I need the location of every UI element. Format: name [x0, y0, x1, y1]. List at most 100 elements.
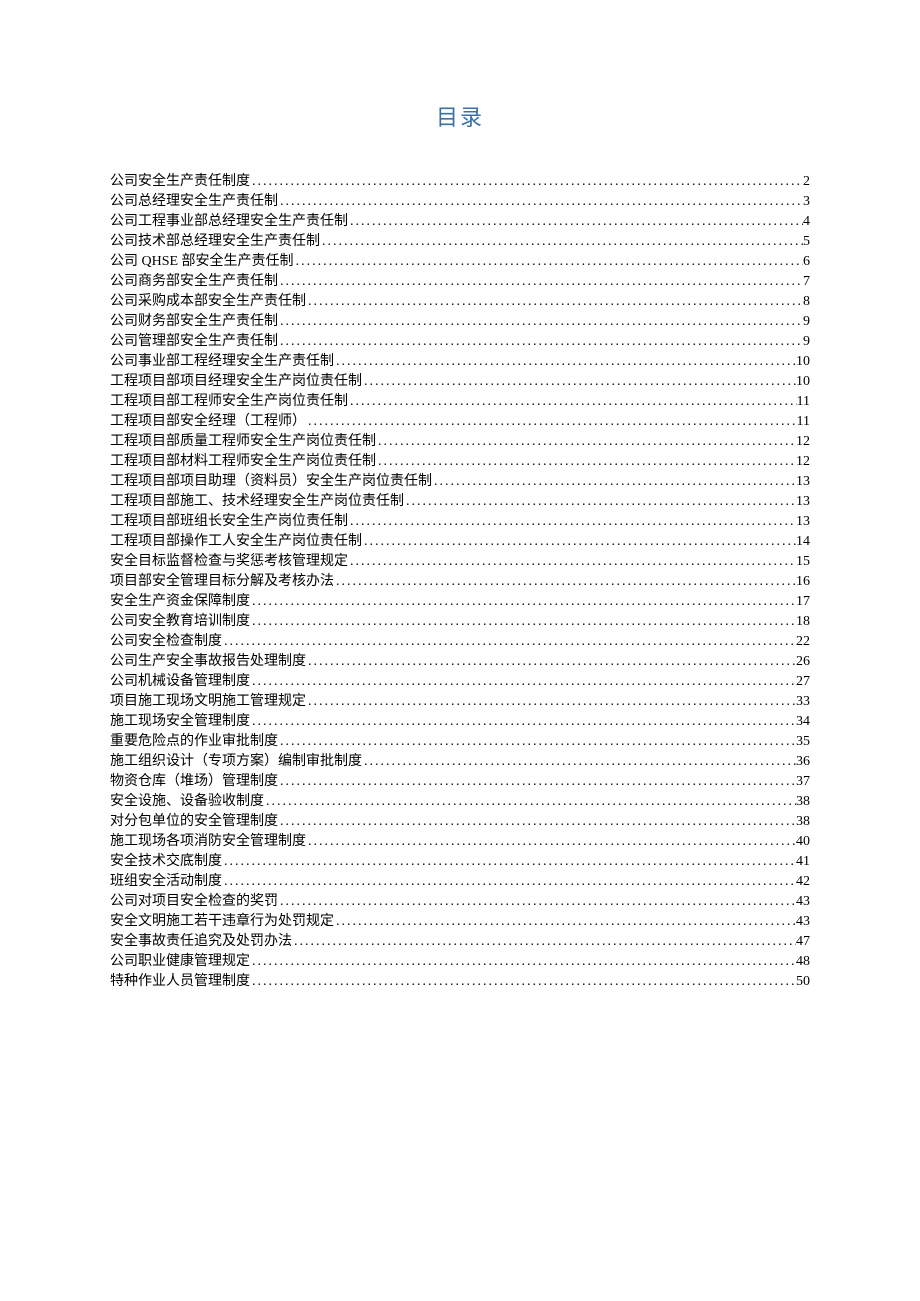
toc-entry-label: 项目部安全管理目标分解及考核办法 — [110, 572, 334, 592]
toc-entry-page: 13 — [796, 492, 810, 512]
toc-entry: 安全生产资金保障制度17 — [110, 592, 810, 612]
toc-entry: 安全设施、设备验收制度38 — [110, 792, 810, 812]
toc-entry-label: 安全设施、设备验收制度 — [110, 792, 264, 812]
toc-entry: 安全技术交底制度41 — [110, 852, 810, 872]
toc-entry-label: 班组安全活动制度 — [110, 872, 222, 892]
toc-entry-leader — [306, 692, 796, 712]
toc-entry-leader — [250, 172, 803, 192]
toc-entry-page: 26 — [796, 652, 810, 672]
toc-entry: 安全目标监督检查与奖惩考核管理规定15 — [110, 552, 810, 572]
toc-entry-leader — [250, 612, 796, 632]
toc-entry-page: 10 — [796, 372, 810, 392]
toc-entry-label: 公司技术部总经理安全生产责任制 — [110, 232, 320, 252]
toc-entry-label: 公司采购成本部安全生产责任制 — [110, 292, 306, 312]
toc-entry-page: 4 — [803, 212, 810, 232]
toc-entry: 公司技术部总经理安全生产责任制5 — [110, 232, 810, 252]
toc-entry-page: 12 — [796, 432, 810, 452]
toc-entry-leader — [294, 252, 803, 272]
toc-entry: 工程项目部施工、技术经理安全生产岗位责任制13 — [110, 492, 810, 512]
toc-entry: 公司工程事业部总经理安全生产责任制 4 — [110, 212, 810, 232]
toc-entry-label: 公司工程事业部总经理安全生产责任制 — [110, 212, 348, 232]
toc-entry-label: 工程项目部材料工程师安全生产岗位责任制 — [110, 452, 376, 472]
toc-entry-leader — [278, 892, 796, 912]
toc-entry-page: 8 — [803, 292, 810, 312]
toc-entry-label: 特种作业人员管理制度 — [110, 972, 250, 992]
toc-entry: 公司商务部安全生产责任制7 — [110, 272, 810, 292]
toc-entry-label: 公司管理部安全生产责任制 — [110, 332, 278, 352]
toc-entry: 工程项目部项目经理安全生产岗位责任制10 — [110, 372, 810, 392]
toc-entry-page: 13 — [796, 512, 810, 532]
toc-entry-label: 重要危险点的作业审批制度 — [110, 732, 278, 752]
toc-entry: 公司财务部安全生产责任制9 — [110, 312, 810, 332]
toc-entry-label: 公司安全教育培训制度 — [110, 612, 250, 632]
toc-entry: 工程项目部安全经理（工程师）11 — [110, 412, 810, 432]
toc-entry-label: 公司财务部安全生产责任制 — [110, 312, 278, 332]
toc-entry-label: 安全事故责任追究及处罚办法 — [110, 932, 292, 952]
toc-entry: 工程项目部质量工程师安全生产岗位责任制 12 — [110, 432, 810, 452]
toc-entry-page: 36 — [796, 752, 810, 772]
toc-entry: 班组安全活动制度 42 — [110, 872, 810, 892]
toc-entry-label: 公司安全生产责任制度 — [110, 172, 250, 192]
toc-entry-page: 43 — [796, 912, 810, 932]
toc-entry-leader — [362, 372, 796, 392]
toc-entry-page: 9 — [803, 332, 810, 352]
toc-entry-leader — [334, 352, 796, 372]
toc-entry-label: 公司事业部工程经理安全生产责任制 — [110, 352, 334, 372]
toc-entry-leader — [278, 332, 803, 352]
toc-entry-leader — [250, 952, 796, 972]
toc-entry-page: 42 — [796, 872, 810, 892]
toc-entry-leader — [278, 812, 796, 832]
toc-entry-leader — [376, 432, 796, 452]
toc-entry: 公司机械设备管理制度 27 — [110, 672, 810, 692]
toc-entry-leader — [306, 832, 796, 852]
toc-entry-leader — [362, 752, 796, 772]
toc-entry-label: 工程项目部操作工人安全生产岗位责任制 — [110, 532, 362, 552]
toc-entry-label: 工程项目部质量工程师安全生产岗位责任制 — [110, 432, 376, 452]
toc-entry: 公司安全检查制度22 — [110, 632, 810, 652]
toc-entry-leader — [348, 512, 796, 532]
toc-entry-page: 3 — [803, 192, 810, 212]
toc-entry-leader — [334, 912, 796, 932]
toc-entry-leader — [250, 672, 796, 692]
toc-entry-page: 13 — [796, 472, 810, 492]
toc-entry-label: 工程项目部工程师安全生产岗位责任制 — [110, 392, 348, 412]
toc-entry-leader — [404, 492, 796, 512]
toc-entry-label: 施工组织设计（专项方案）编制审批制度 — [110, 752, 362, 772]
toc-entry-leader — [306, 292, 803, 312]
toc-entry: 公司管理部安全生产责任制 9 — [110, 332, 810, 352]
toc-entry-page: 22 — [796, 632, 810, 652]
toc-entry-page: 17 — [796, 592, 810, 612]
toc-entry-label: 安全目标监督检查与奖惩考核管理规定 — [110, 552, 348, 572]
toc-entry-leader — [264, 792, 796, 812]
toc-entry-page: 18 — [796, 612, 810, 632]
toc-entry-label: 物资仓库（堆场）管理制度 — [110, 772, 278, 792]
toc-entry: 公司总经理安全生产责任制3 — [110, 192, 810, 212]
toc-entry-page: 37 — [796, 772, 810, 792]
toc-entry-leader — [222, 632, 796, 652]
toc-entry-page: 27 — [796, 672, 810, 692]
toc-entry-leader — [306, 652, 796, 672]
toc-entry-label: 安全文明施工若干违章行为处罚规定 — [110, 912, 334, 932]
toc-entry: 工程项目部操作工人安全生产岗位责任制 14 — [110, 532, 810, 552]
toc-entry-label: 施工现场安全管理制度 — [110, 712, 250, 732]
toc-entry-label: 施工现场各项消防安全管理制度 — [110, 832, 306, 852]
toc-entry: 重要危险点的作业审批制度35 — [110, 732, 810, 752]
toc-entry-label: 工程项目部项目助理（资料员）安全生产岗位责任制 — [110, 472, 432, 492]
toc-entry-page: 50 — [796, 972, 810, 992]
toc-entry: 特种作业人员管理制度 50 — [110, 972, 810, 992]
toc-entry-page: 43 — [796, 892, 810, 912]
toc-entry-label: 公司机械设备管理制度 — [110, 672, 250, 692]
toc-entry-leader — [292, 932, 796, 952]
toc-entry-page: 12 — [796, 452, 810, 472]
toc-entry: 公司职业健康管理规定48 — [110, 952, 810, 972]
toc-entry-page: 41 — [796, 852, 810, 872]
toc-entry: 对分包单位的安全管理制度38 — [110, 812, 810, 832]
toc-entry-leader — [278, 272, 803, 292]
toc-entry: 施工现场安全管理制度34 — [110, 712, 810, 732]
toc-entry-page: 7 — [803, 272, 810, 292]
toc-entry-label: 公司生产安全事故报告处理制度 — [110, 652, 306, 672]
toc-entry-leader — [334, 572, 796, 592]
toc-entry-page: 14 — [796, 532, 810, 552]
toc-entry: 公司生产安全事故报告处理制度 26 — [110, 652, 810, 672]
toc-entry-page: 2 — [803, 172, 810, 192]
